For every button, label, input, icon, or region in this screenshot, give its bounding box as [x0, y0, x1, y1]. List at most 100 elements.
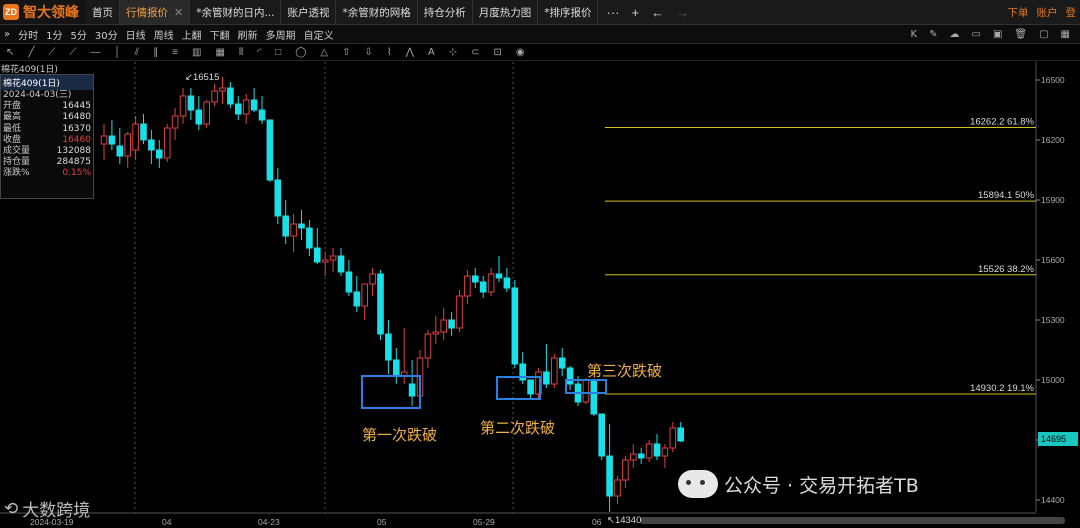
order-button[interactable]: 下单: [1008, 5, 1029, 20]
candle-body-3: [124, 133, 132, 157]
close-icon[interactable]: ✕: [174, 6, 183, 19]
tab-grid[interactable]: *余管财的网格: [336, 0, 418, 24]
candle-body-42: [432, 331, 440, 335]
cycle-tool-icon[interactable]: ⦀: [239, 47, 243, 58]
line-tool-icon[interactable]: ╱: [28, 47, 34, 58]
period-weekly[interactable]: 周线: [150, 27, 178, 42]
custom-button[interactable]: 自定义: [300, 27, 338, 42]
y-tick-label-0: 16500: [1041, 75, 1065, 85]
candle-body-48: [479, 281, 487, 293]
arc-tool-icon[interactable]: ◜: [257, 47, 261, 58]
template-icon[interactable]: ▭: [971, 29, 980, 40]
candle-body-14: [211, 90, 218, 103]
info-row-change: 涨跌% 0.15%: [3, 168, 91, 179]
tab-bar: ZD 智大领峰 首页 行情报价 ✕ *余管财的日内... 账户透视 *余管财的网格…: [0, 0, 1080, 25]
edit-icon[interactable]: ✎: [929, 29, 937, 40]
delete-icon[interactable]: 🗑: [1014, 29, 1027, 40]
page-down-button[interactable]: 下翻: [206, 27, 234, 42]
fib-label-1: 15894.1 50%: [978, 190, 1035, 201]
tab-position-analysis[interactable]: 持仓分析: [418, 0, 473, 24]
ray-tool-icon[interactable]: ⟋: [48, 47, 55, 58]
period-1min[interactable]: 1分: [42, 27, 66, 42]
watermark-right: 公众号 · 交易开拓者TB: [678, 470, 919, 498]
channel-tool-icon[interactable]: ⫽: [135, 47, 139, 58]
y-tick-label-1: 16200: [1041, 135, 1065, 145]
text-tool-icon[interactable]: A: [428, 47, 435, 58]
candle-body-43: [440, 319, 447, 333]
period-30min[interactable]: 30分: [91, 27, 122, 42]
candle-body-1: [108, 135, 116, 145]
layout-icon[interactable]: ▣: [993, 29, 1002, 40]
ruler-tool-icon[interactable]: ⊹: [449, 47, 457, 58]
candle-body-46: [464, 275, 471, 297]
candle-body-41: [424, 333, 432, 359]
arrow-up-tool-icon[interactable]: ⇧: [342, 47, 350, 58]
tab-intraday[interactable]: *余管财的日内...: [190, 0, 282, 24]
expand-icon[interactable]: »: [0, 29, 14, 40]
tab-heatmap[interactable]: 月度热力图: [473, 0, 539, 24]
candle-body-32: [353, 291, 361, 307]
candle-body-24: [290, 223, 297, 237]
triangle-tool-icon[interactable]: △: [320, 47, 328, 58]
candlestick-chart[interactable]: 1650016200159001560015300150001470014400…: [0, 62, 1080, 528]
low-price-label: ↖14340: [607, 515, 641, 526]
settings-icon[interactable]: ▦: [1061, 29, 1070, 40]
y-tick-label-7: 14400: [1041, 495, 1065, 505]
account-button[interactable]: 账户: [1037, 5, 1058, 20]
more-icon[interactable]: ···: [606, 5, 619, 20]
pattern-tool-icon[interactable]: ⋀: [406, 47, 414, 58]
eye-icon[interactable]: ◉: [516, 47, 525, 58]
candle-body-0: [100, 135, 108, 145]
arrow-down-tool-icon[interactable]: ⇩: [365, 47, 373, 58]
tab-quotes[interactable]: 行情报价 ✕: [120, 0, 191, 24]
candle-body-35: [377, 273, 384, 335]
grid-tool-icon[interactable]: ▥: [192, 47, 201, 58]
magnet-icon[interactable]: ⊂: [471, 47, 479, 58]
candle-body-7: [156, 149, 163, 159]
gann-tool-icon[interactable]: ▦: [215, 47, 224, 58]
forward-arrow-icon[interactable]: →: [676, 5, 689, 20]
hline-tool-icon[interactable]: —: [90, 47, 100, 58]
fib-label-0: 16262.2 61.8%: [970, 117, 1034, 128]
info-row-volume: 成交量 132088: [3, 146, 91, 157]
extended-line-icon[interactable]: ⟋: [69, 47, 76, 58]
candle-body-58: [558, 357, 566, 369]
candle-body-18: [242, 99, 250, 115]
candle-body-10: [179, 95, 187, 117]
candle-body-57: [551, 357, 558, 385]
plus-icon[interactable]: +: [631, 5, 639, 20]
window-icon[interactable]: ▢: [1039, 29, 1048, 40]
candle-body-17: [235, 103, 242, 115]
rect-tool-icon[interactable]: □: [275, 47, 281, 58]
candle-body-71: [661, 447, 669, 457]
ohlc-info-panel: 棉花409(1日) 2024-04-03(三) 开盘 16445 最高 16480 …: [0, 74, 94, 199]
period-timeshare[interactable]: 分时: [14, 27, 42, 42]
ellipse-tool-icon[interactable]: ◯: [295, 47, 306, 58]
candle-body-52: [511, 287, 519, 365]
candle-body-61: [582, 379, 590, 403]
vline-tool-icon[interactable]: │: [114, 47, 120, 58]
login-button[interactable]: 登: [1066, 5, 1077, 20]
candle-body-6: [148, 139, 155, 151]
parallel-tool-icon[interactable]: ∥: [153, 47, 158, 58]
cloud-icon[interactable]: ☁: [949, 29, 959, 40]
tab-account-view[interactable]: 账户透视: [281, 0, 337, 24]
period-5min[interactable]: 5分: [67, 27, 91, 42]
chart-type-button[interactable]: K: [911, 29, 918, 40]
period-daily[interactable]: 日线: [122, 27, 150, 42]
candle-body-65: [614, 479, 621, 497]
tab-home[interactable]: 首页: [86, 0, 120, 24]
app-logo: ZD 智大领峰: [0, 0, 86, 24]
fib-tool-icon[interactable]: ≡: [172, 47, 178, 58]
tab-sort-quotes[interactable]: *排序报价: [538, 0, 599, 24]
refresh-button[interactable]: 刷新: [234, 27, 262, 42]
page-up-button[interactable]: 上翻: [178, 27, 206, 42]
back-arrow-icon[interactable]: ←: [651, 5, 664, 20]
multi-period-button[interactable]: 多周期: [262, 27, 300, 42]
cursor-icon[interactable]: ↖: [6, 47, 14, 58]
high-price-label: ↙16515: [185, 72, 219, 83]
wave-tool-icon[interactable]: ⌇: [387, 47, 392, 58]
candle-body-47: [472, 275, 479, 283]
last-price-tag: 14695: [1038, 432, 1078, 446]
lock-icon[interactable]: ⊡: [493, 47, 501, 58]
